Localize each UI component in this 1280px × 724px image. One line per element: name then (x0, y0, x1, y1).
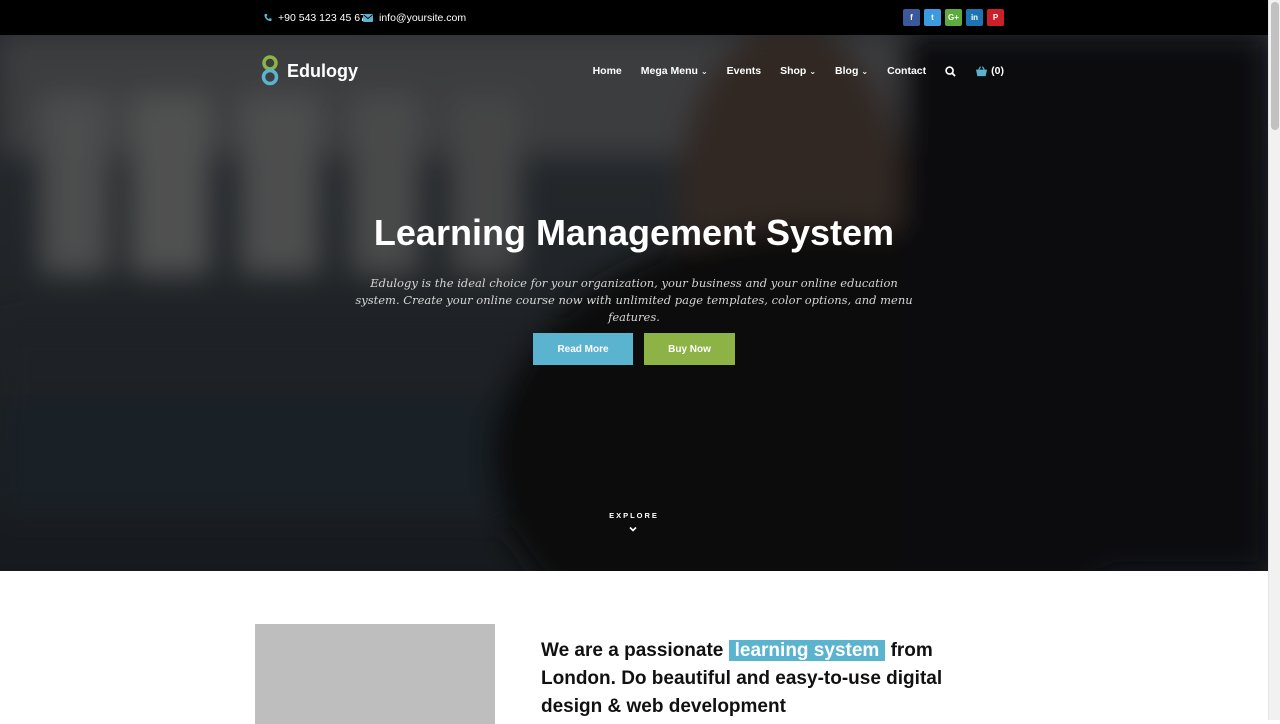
nav-home[interactable]: Home (593, 65, 622, 77)
buy-now-button[interactable]: Buy Now (644, 333, 735, 365)
basket-icon (976, 65, 988, 76)
page-scrollbar[interactable] (1268, 0, 1280, 720)
email-address: info@yoursite.com (379, 11, 467, 24)
nav-contact-label: Contact (887, 65, 927, 77)
nav-events-label: Events (726, 65, 762, 77)
search-icon (945, 65, 956, 77)
hero-description: Edulogy is the ideal choice for your org… (355, 276, 913, 324)
phone-contact[interactable]: +90 543 123 45 67 (264, 0, 366, 35)
nav-events[interactable]: Events (727, 65, 761, 77)
nav-shop[interactable]: Shop ⌄ (780, 65, 816, 77)
envelope-icon (363, 13, 373, 22)
read-more-button[interactable]: Read More (533, 333, 633, 365)
nav-blog-label: Blog (835, 65, 859, 77)
nav-menu: Home Mega Menu ⌄ Events Shop ⌄ Blog ⌄ Conta… (593, 35, 1004, 107)
cart-button[interactable]: (0) (975, 65, 1004, 77)
top-bar: +90 543 123 45 67 info@yoursite.com f t G+… (0, 0, 1268, 35)
brand-name: Edulogy (287, 60, 358, 81)
about-image-placeholder (255, 624, 495, 724)
search-button[interactable] (945, 65, 956, 77)
nav-mega-menu[interactable]: Mega Menu ⌄ (641, 65, 708, 77)
phone-icon (264, 13, 272, 22)
chevron-down-icon: ⌄ (809, 66, 817, 76)
email-contact[interactable]: info@yoursite.com (363, 0, 466, 35)
linkedin-icon[interactable]: in (966, 9, 983, 26)
facebook-icon[interactable]: f (903, 9, 920, 26)
cart-count: (0) (991, 65, 1004, 77)
nav-shop-label: Shop (780, 65, 807, 77)
google-plus-icon[interactable]: G+ (945, 9, 962, 26)
about-heading-lead: We are a passionate (541, 640, 729, 661)
pinterest-icon[interactable]: P (987, 9, 1004, 26)
about-heading: We are a passionate learning system from… (541, 637, 961, 721)
scrollbar-thumb[interactable] (1271, 2, 1279, 130)
social-links: f t G+ in P (903, 9, 1004, 26)
nav-blog[interactable]: Blog ⌄ (835, 65, 868, 77)
explore-label[interactable]: EXPLORE (0, 511, 1268, 520)
chevron-down-icon: ⌄ (861, 66, 869, 76)
chevron-down-icon[interactable] (628, 526, 638, 533)
phone-number: +90 543 123 45 67 (278, 11, 366, 24)
twitter-icon[interactable]: t (924, 9, 941, 26)
nav-contact[interactable]: Contact (887, 65, 926, 77)
nav-mega-menu-label: Mega Menu (640, 65, 698, 77)
hero-title: Learning Management System (373, 212, 895, 253)
nav-home-label: Home (592, 65, 622, 77)
edulogy-logo-icon (261, 55, 279, 86)
chevron-down-icon: ⌄ (700, 66, 708, 76)
hero-section: Edulogy Home Mega Menu ⌄ Events Shop ⌄ Blo… (0, 35, 1268, 571)
brand-logo[interactable]: Edulogy (259, 55, 358, 87)
about-heading-highlight: learning system (728, 640, 886, 661)
main-nav: Edulogy Home Mega Menu ⌄ Events Shop ⌄ Blo… (0, 35, 1268, 107)
